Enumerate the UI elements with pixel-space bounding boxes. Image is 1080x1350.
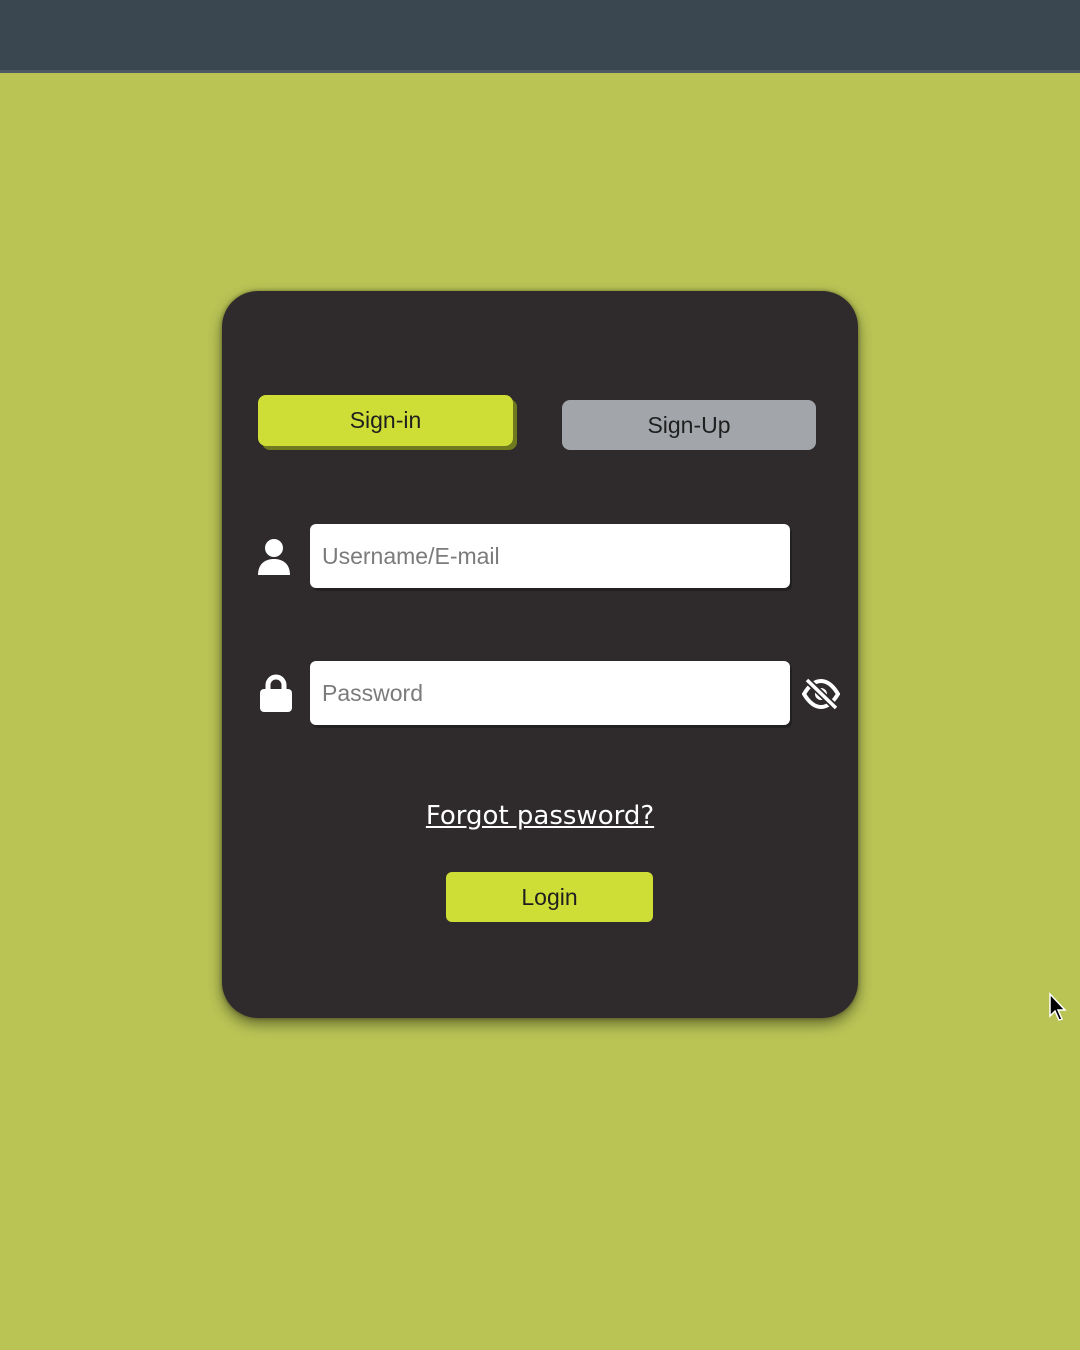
username-input[interactable] [310,524,790,588]
tab-sign-up[interactable]: Sign-Up [562,400,816,450]
forgot-password-link[interactable]: Forgot password? [222,801,858,831]
eye-slash-icon[interactable] [802,677,840,711]
tab-sign-in[interactable]: Sign-in [258,395,513,446]
login-card: Sign-in Sign-Up Forgot password? Login [222,291,858,1018]
top-bar [0,0,1080,73]
lock-icon [260,674,292,712]
login-button[interactable]: Login [446,872,653,922]
mouse-cursor-icon [1049,992,1067,1021]
password-input[interactable] [310,661,790,725]
user-icon [258,539,290,575]
